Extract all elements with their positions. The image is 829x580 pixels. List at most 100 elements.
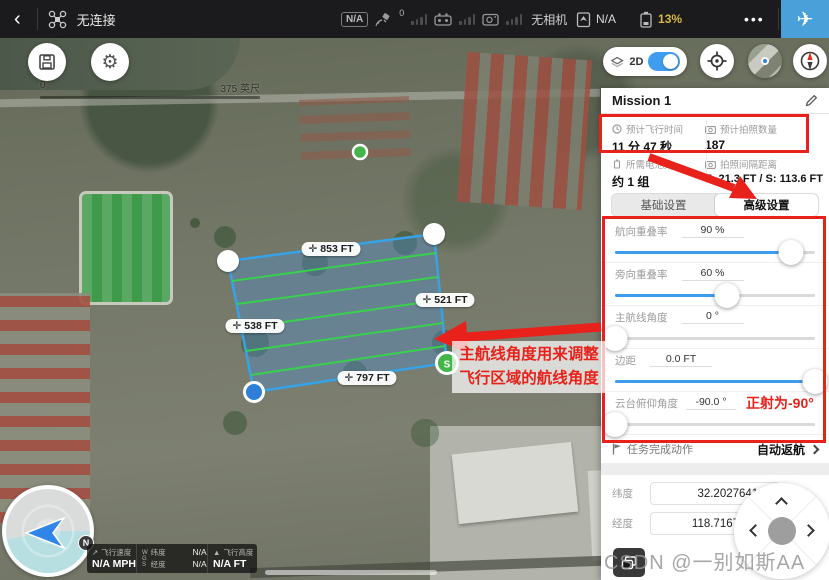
finish-action-value[interactable]: 自动返航 [757,441,818,458]
satellite-icon [375,11,392,27]
gps-system-label: WGS [142,550,148,568]
aircraft-battery-value: N/A [596,12,616,26]
save-icon [38,53,56,71]
camera-icon [482,13,499,26]
connection-status: 无连接 [77,10,116,29]
locate-me-button[interactable] [700,44,734,78]
compass-reset-button[interactable] [793,44,827,78]
map-layers-button[interactable] [613,548,645,577]
edge-distance-label: ✛853 FT [301,242,360,256]
slider-handle[interactable] [715,283,740,308]
flight-mode-badge[interactable]: N/A [341,12,368,27]
slider-value-input[interactable]: -90.0 ° [686,396,736,410]
slider-label: 云台俯仰角度 [615,396,678,411]
latitude-label: 纬度 [612,486,642,501]
home-indicator-bar[interactable] [265,570,437,575]
map-sports-field [82,194,170,302]
telemetry-altitude: ▲飞行高度 N/A FT [207,544,257,573]
save-mission-button[interactable] [28,43,66,81]
gimbal-annotation-text: 正射为-90° [746,393,814,413]
top-status-bar: ‹ 无连接 N/A 0 [0,0,829,38]
dpad-left-button[interactable] [749,524,762,537]
map-mode-pill: 2D [603,47,687,76]
edge-distance-label: ✛538 FT [225,319,284,333]
finish-action-label: 任务完成动作 [627,441,693,457]
map-2d-toggle[interactable] [648,52,680,71]
slider-value-input[interactable]: 90 % [682,224,744,238]
mission-settings-button[interactable]: ⚙ [91,43,129,81]
slider-handle[interactable] [603,326,628,351]
more-menu-button[interactable]: ••• [744,0,765,38]
map-red-roof-buildings [457,52,592,210]
gps-count: 0 [399,8,404,18]
slider-track[interactable] [615,337,815,340]
slider-handle[interactable] [603,412,628,437]
edge-distance-label: ✛797 FT [337,371,396,385]
flag-icon [612,443,622,455]
stat-photo-interval: 拍照间隔距离 F: 21.3 FT / S: 113.6 FT [695,155,829,190]
minimap-thumbnail[interactable] [748,44,782,78]
gps-signal-bars [411,13,427,25]
slider-value-input[interactable]: 0 ° [682,310,744,324]
slider-track[interactable] [615,294,815,297]
rc-signal-bars [459,13,475,25]
layers-icon [610,55,624,69]
remote-controller-icon [434,13,452,26]
slider-track[interactable] [615,380,815,383]
edge-distance-label: ✛521 FT [415,293,474,307]
airplane-icon: ✈ [797,7,814,32]
stat-battery-count: 所需电池数 约 1 组 [612,155,695,190]
dpad-center-button[interactable] [768,517,796,545]
altitude-icon: ▲ [213,548,220,557]
toggle-knob [663,54,678,69]
dpad-right-button[interactable] [802,524,815,537]
tab-advanced-settings[interactable]: 高级设置 [715,194,818,216]
slider-gimbal-pitch: 云台俯仰角度 -90.0 ° 正射为-90° [601,392,829,435]
mission-stats: 预计飞行时间 11 分 47 秒 预计拍照数量 187 所需电池数 约 1 组 … [601,114,829,190]
map-scale: 0375 英尺 [40,80,260,99]
minimap-position-dot [761,57,769,65]
settings-tabs: 基础设置 高级设置 [601,190,829,220]
clock-icon [612,124,622,134]
edit-pencil-icon[interactable] [805,94,818,107]
finish-action-row[interactable]: 任务完成动作 自动返航 [601,435,829,463]
mission-header: Mission 1 [601,88,829,114]
mission-title: Mission 1 [612,93,671,108]
slider-course-angle: 主航线角度 0 ° [601,306,829,349]
slider-handle[interactable] [803,369,828,394]
back-button[interactable]: ‹ [8,8,27,31]
map-nudge-dpad[interactable] [734,483,829,579]
divider [778,8,779,30]
slider-track[interactable] [615,423,815,426]
slider-handle[interactable] [779,240,804,265]
slider-value-input[interactable]: 0.0 FT [650,353,712,367]
attitude-compass: N [2,485,94,577]
longitude-label: 经度 [612,516,642,531]
locate-icon [706,50,728,72]
aircraft-battery-icon [576,11,591,28]
battery-icon [612,159,622,169]
map-red-roof-buildings [299,96,411,160]
aircraft-heading-arrow [26,518,64,548]
drone-icon [48,10,67,29]
tab-basic-settings[interactable]: 基础设置 [612,194,715,216]
slider-track[interactable] [615,251,815,254]
gear-icon: ⚙ [101,51,118,74]
slider-margin: 边距 0.0 FT [601,349,829,392]
slider-side-overlap: 旁向重叠率 60 % [601,263,829,306]
speed-arrow-icon: ↗ [92,548,98,557]
takeoff-button[interactable]: ✈ [781,0,829,38]
telemetry-bar: ↗飞行速度 N/A MPH WGS 纬度N/A 经度N/A ▲飞行高度 N/A … [87,544,257,573]
map-trees [190,218,200,228]
rc-battery-icon [639,11,653,28]
map-white-roof [452,442,579,524]
camera-signal-bars [506,13,522,25]
slider-label: 航向重叠率 [615,224,668,239]
slider-value-input[interactable]: 60 % [682,267,744,281]
slider-front-overlap: 航向重叠率 90 % [601,220,829,263]
rc-battery-percent: 13% [658,12,682,26]
section-divider [601,463,829,475]
divider [37,8,38,30]
slider-label: 旁向重叠率 [615,267,668,282]
dpad-up-button[interactable] [775,497,788,510]
